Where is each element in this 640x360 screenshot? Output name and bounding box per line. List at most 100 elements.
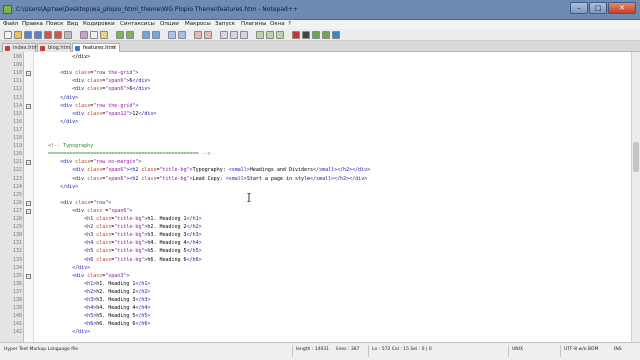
sync-h-icon[interactable] (204, 31, 212, 39)
menu-file[interactable]: Файл (3, 21, 18, 27)
code-line[interactable]: 142 </div> (0, 329, 640, 337)
code-line[interactable]: 128 <h1 class="title-bg">h1. Heading 1</… (0, 216, 640, 224)
copy-icon[interactable] (90, 31, 98, 39)
code-line[interactable]: 140 <h5>h5. Heading 5</h5> (0, 313, 640, 321)
sync-v-icon[interactable] (194, 31, 202, 39)
indent-guide-icon[interactable] (240, 31, 248, 39)
tab-features-htm[interactable]: features.htm × (72, 43, 120, 52)
code-line[interactable]: 115 <div class="span12">12</div> (0, 111, 640, 119)
code-line[interactable]: 111 <div class="span6">6</div> (0, 78, 640, 86)
menu-windows[interactable]: Окна (270, 21, 285, 27)
undo-icon[interactable] (116, 31, 124, 39)
close-button[interactable]: ✕ (608, 2, 636, 14)
code-line[interactable]: 109 (0, 62, 640, 70)
code-editor[interactable]: 108 </div> 109 110− <div class="row the-gr… (0, 52, 640, 342)
show-all-chars-icon[interactable] (230, 31, 238, 39)
save-all-icon[interactable] (34, 31, 42, 39)
code-line[interactable]: 131 <h4 class="title-bg">h4. Heading 4</… (0, 240, 640, 248)
open-file-icon[interactable] (14, 31, 22, 39)
status-divider (508, 345, 509, 357)
replace-icon[interactable] (152, 31, 160, 39)
maximize-button[interactable]: □ (589, 2, 607, 14)
udl-icon[interactable] (256, 31, 264, 39)
save-macro-icon[interactable] (332, 31, 340, 39)
line-number: 129 (12, 224, 22, 231)
fold-toggle-icon[interactable]: − (26, 71, 31, 77)
menu-search[interactable]: Поиск (46, 21, 63, 27)
code-line[interactable]: 114− <div class="row the-grid"> (0, 103, 640, 111)
zoom-out-icon[interactable] (178, 31, 186, 39)
redo-icon[interactable] (126, 31, 134, 39)
code-line[interactable]: 122 <div class="span6"><h2 class="title-… (0, 167, 640, 175)
code-line[interactable]: 126− <div class="row"> (0, 200, 640, 208)
fold-toggle-icon[interactable]: − (26, 103, 31, 109)
menu-macros[interactable]: Макросы (185, 21, 211, 27)
tab-blog-htm[interactable]: blog.htm (37, 43, 71, 52)
code-line[interactable]: 108 </div> (0, 54, 640, 62)
code-line[interactable]: 127− <div class ="span6"> (0, 208, 640, 216)
code-line[interactable]: 133 <h6 class="title-bg">h6. Heading 6</… (0, 257, 640, 265)
print-icon[interactable] (64, 31, 72, 39)
code-text: ========================================… (48, 151, 211, 158)
vertical-scrollbar[interactable] (631, 52, 640, 342)
code-line[interactable]: 119 <!-- Typography (0, 143, 640, 151)
minimize-button[interactable]: – (570, 2, 588, 14)
code-line[interactable]: 136 <h1>h1. Heading 1</h1> (0, 281, 640, 289)
line-number: 122 (12, 167, 22, 174)
stop-macro-icon[interactable] (302, 31, 310, 39)
play-macro-icon[interactable] (312, 31, 320, 39)
new-file-icon[interactable] (4, 31, 12, 39)
word-wrap-icon[interactable] (220, 31, 228, 39)
find-icon[interactable] (142, 31, 150, 39)
code-line[interactable]: 120 ====================================… (0, 151, 640, 159)
code-line[interactable]: 141 <h6>h6. Heading 6</h6> (0, 321, 640, 329)
tab-close-icon[interactable]: × (112, 44, 117, 52)
code-line[interactable]: 113 </div> (0, 95, 640, 103)
close-all-icon[interactable] (54, 31, 62, 39)
record-macro-icon[interactable] (292, 31, 300, 39)
status-divider (368, 345, 369, 357)
menu-plugins[interactable]: Плагины (241, 21, 266, 27)
fold-toggle-icon[interactable]: − (26, 160, 31, 166)
fold-toggle-icon[interactable]: − (26, 208, 31, 214)
tab-index-html[interactable]: index.html (2, 43, 40, 52)
code-line[interactable]: 129 <h2 class="title-bg">h2. Heading 2</… (0, 224, 640, 232)
code-line[interactable]: 124 </div> (0, 184, 640, 192)
menu-run[interactable]: Запуск (215, 21, 235, 27)
menu-syntax[interactable]: Синтаксисы (120, 21, 155, 27)
code-line[interactable]: 112 <div class="span6">6</div> (0, 86, 640, 94)
code-line[interactable]: 135− <div class="span3"> (0, 273, 640, 281)
save-icon[interactable] (24, 31, 32, 39)
menu-encoding[interactable]: Кодировки (83, 21, 115, 27)
paste-icon[interactable] (100, 31, 108, 39)
run-macro-multiple-icon[interactable] (322, 31, 330, 39)
code-line[interactable]: 132 <h5 class="title-bg">h5. Heading 5</… (0, 248, 640, 256)
code-line[interactable]: 116 </div> (0, 119, 640, 127)
function-list-icon[interactable] (276, 31, 284, 39)
code-line[interactable]: 118 (0, 135, 640, 143)
menu-help[interactable]: ? (288, 21, 291, 27)
line-number: 110 (12, 70, 22, 77)
menu-edit[interactable]: Правка (22, 21, 43, 27)
code-line[interactable]: 123 <div class="span6"><h2 class="title-… (0, 176, 640, 184)
fold-toggle-icon[interactable]: − (26, 273, 31, 279)
fold-toggle-icon[interactable]: − (26, 200, 31, 206)
scrollbar-thumb[interactable] (633, 142, 639, 172)
status-eol: UNIX (512, 347, 524, 352)
code-line[interactable]: 134 </div> (0, 265, 640, 273)
code-line[interactable]: 121− <div class="row no-margin"> (0, 159, 640, 167)
code-line[interactable]: 137 <h2>h2. Heading 2</h2> (0, 289, 640, 297)
code-line[interactable]: 110− <div class="row the-grid"> (0, 70, 640, 78)
code-line[interactable]: 125 (0, 192, 640, 200)
cut-icon[interactable] (80, 31, 88, 39)
code-line[interactable]: 138 <h3>h3. Heading 3</h3> (0, 297, 640, 305)
close-file-icon[interactable] (44, 31, 52, 39)
zoom-in-icon[interactable] (168, 31, 176, 39)
doc-map-icon[interactable] (266, 31, 274, 39)
code-line[interactable]: 117 (0, 127, 640, 135)
toolbar (0, 29, 640, 41)
code-line[interactable]: 139 <h4>h4. Heading 4</h4> (0, 305, 640, 313)
menu-options[interactable]: Опции (160, 21, 179, 27)
code-line[interactable]: 130 <h3 class="title-bg">h3. Heading 3</… (0, 232, 640, 240)
menu-view[interactable]: Вид (67, 21, 78, 27)
